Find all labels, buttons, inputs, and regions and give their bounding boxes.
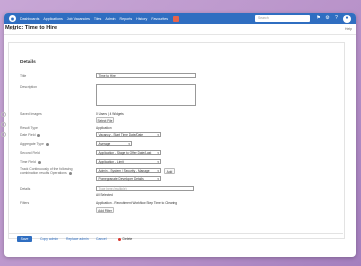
select-file-button[interactable]: Select File xyxy=(96,117,114,123)
info-icon[interactable] xyxy=(68,171,72,175)
cancel-button[interactable]: Cancel xyxy=(96,236,107,242)
description-label: Description xyxy=(20,85,37,89)
notification-badge[interactable] xyxy=(173,15,180,22)
time-field-select[interactable]: Application - Limit xyxy=(96,159,161,165)
info-icon[interactable] xyxy=(37,133,41,137)
replace-button[interactable]: Replace admin xyxy=(66,236,89,242)
info-icon[interactable] xyxy=(45,142,49,146)
copy-button[interactable]: Copy admin xyxy=(40,236,58,242)
tracks-select[interactable]: Admin - System / Security - Manage xyxy=(96,168,161,174)
aggregate-type-select[interactable]: Average xyxy=(96,141,132,147)
time-field-label: Time Field xyxy=(20,160,41,164)
filters-label: Filters xyxy=(20,201,30,205)
saved-images-label: Saved Images xyxy=(20,112,42,116)
nav-reports[interactable]: Reports xyxy=(120,17,133,21)
side-icon-3[interactable] xyxy=(1,132,6,137)
result-type-value: Application xyxy=(96,126,112,130)
date-field-label: Date Field xyxy=(20,133,41,137)
tracks-label: Track Continuously of the following comb… xyxy=(20,167,73,175)
nav-tiles[interactable]: Tiles xyxy=(94,17,101,21)
side-toolbar xyxy=(0,40,8,150)
second-field-select[interactable]: Application - Stage to Offer Date/Last xyxy=(96,150,161,156)
filters-value: Application - Recruitment Workflow Step … xyxy=(96,201,178,205)
info-icon[interactable] xyxy=(37,160,41,164)
nav-dashboards[interactable]: Dashboards xyxy=(20,17,39,21)
description-textarea[interactable] xyxy=(96,84,196,106)
title-label: Title xyxy=(20,74,27,78)
date-field-select[interactable]: Vacancy - Start Time Date/Date xyxy=(96,132,161,138)
result-type-label: Result Type xyxy=(20,126,38,130)
add-filter-button[interactable]: Add Filter xyxy=(96,207,114,213)
nav-history[interactable]: History xyxy=(136,17,147,21)
nav-job-vacancies[interactable]: Job Vacancies xyxy=(67,17,90,21)
details-note: All Selected xyxy=(96,193,113,197)
gear-icon[interactable]: ⚙ xyxy=(324,15,331,22)
nav-favourites[interactable]: Favourites xyxy=(151,17,168,21)
delete-button[interactable]: Delete xyxy=(118,236,133,242)
details-panel xyxy=(8,42,345,239)
avatar[interactable]: ● xyxy=(343,14,351,23)
tracks-select-2[interactable]: Pomegranate Developer Details xyxy=(96,176,161,182)
add-track-button[interactable]: Add xyxy=(164,167,175,174)
help-link[interactable]: Help xyxy=(345,27,352,31)
page-title: Metric: Time to Hire xyxy=(5,25,58,31)
flag-icon[interactable]: ⚑ xyxy=(315,15,322,22)
aggregate-type-label: Aggregate Type xyxy=(20,142,49,146)
nav-admin[interactable]: Admin xyxy=(105,17,115,21)
side-icon-1[interactable] xyxy=(1,112,6,117)
title-input[interactable]: Time to Hire xyxy=(96,73,196,78)
details-label: Details xyxy=(20,187,31,191)
section-title: Details xyxy=(20,60,36,65)
saved-images-count: 0 Users | 4 Widgets xyxy=(96,112,124,116)
app-logo-icon[interactable]: ◉ xyxy=(9,15,16,22)
details-input[interactable]: Type here (multiple) xyxy=(96,186,194,191)
nav-applications[interactable]: Applications xyxy=(43,17,62,21)
help-icon[interactable]: ? xyxy=(333,15,340,22)
footer-bar xyxy=(8,233,343,245)
second-field-label: Second Field xyxy=(20,151,40,155)
search-input[interactable]: Search xyxy=(255,15,310,22)
save-button[interactable]: Save xyxy=(17,236,32,242)
side-icon-2[interactable] xyxy=(1,122,6,127)
